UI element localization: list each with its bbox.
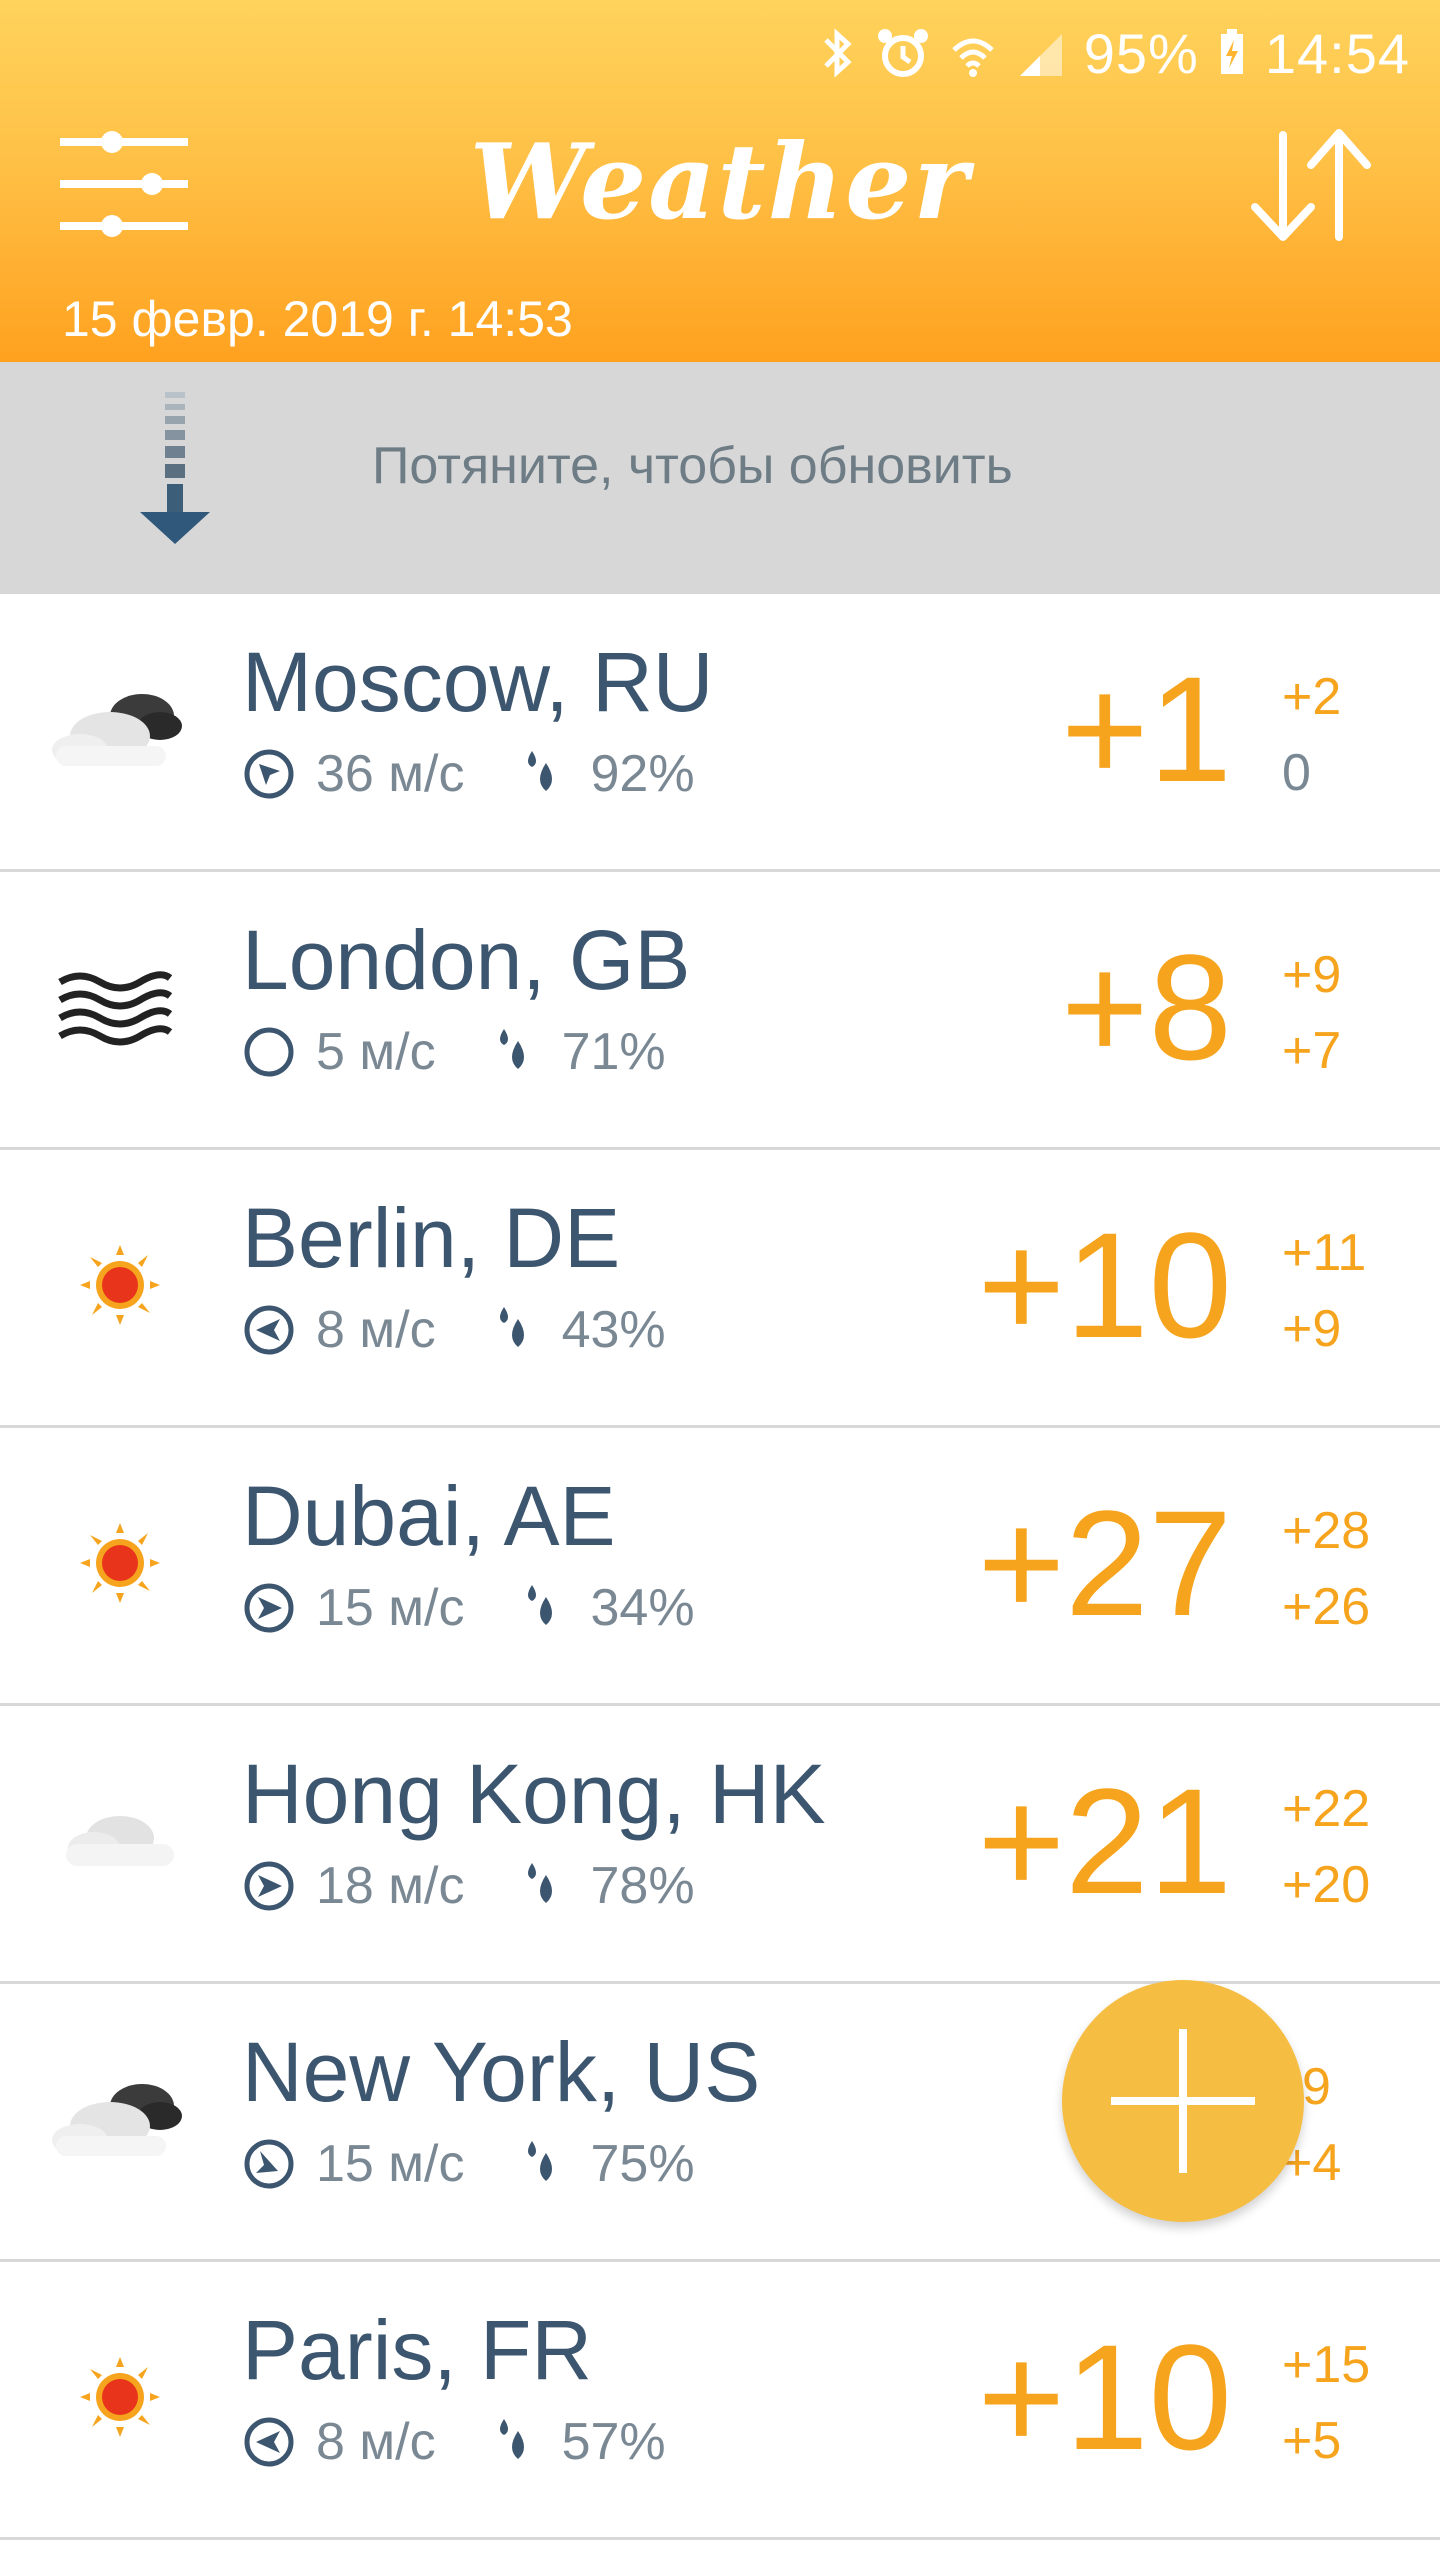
temp-range: +2 0 bbox=[1282, 659, 1341, 811]
humidity-icon bbox=[499, 1029, 524, 1069]
city-name: London, GB bbox=[242, 913, 691, 1007]
temp-min: +9 bbox=[1282, 1300, 1342, 1358]
current-temperature: +27 bbox=[977, 1479, 1232, 1647]
wind-direction-icon bbox=[244, 1583, 294, 1633]
humidity-value: 57% bbox=[561, 2413, 666, 2471]
humidity-icon bbox=[528, 1585, 553, 1625]
pull-down-arrow-icon bbox=[140, 392, 210, 544]
city-meta: 8 м/с 43% bbox=[242, 1300, 666, 1360]
pull-to-refresh-label: Потяните, чтобы обновить bbox=[372, 437, 1013, 495]
list-item[interactable]: Moscow, RU 36 м/с 92% +1 +2 0 bbox=[0, 594, 1440, 872]
temp-max: +15 bbox=[1282, 2336, 1371, 2394]
temp-max: +2 bbox=[1282, 668, 1342, 726]
sun-icon bbox=[80, 2357, 160, 2437]
app-header: 95% 14:54 Weather 15 февр. 2019 г. 14:53 bbox=[0, 0, 1440, 362]
city-meta: 15 м/с 34% bbox=[242, 1578, 695, 1638]
city-name: Moscow, RU bbox=[242, 635, 714, 729]
wind-speed: 5 м/с bbox=[316, 1023, 436, 1081]
bluetooth-icon bbox=[818, 26, 858, 80]
status-bar: 95% 14:54 bbox=[818, 18, 1410, 88]
alarm-icon bbox=[876, 26, 930, 80]
humidity-icon bbox=[528, 1863, 553, 1903]
list-item[interactable]: Dubai, AE 15 м/с 34% +27 +28 +26 bbox=[0, 1428, 1440, 1706]
city-meta: 15 м/с 75% bbox=[242, 2134, 695, 2194]
temp-range: +11 +9 bbox=[1282, 1215, 1366, 1367]
temp-max: 9 bbox=[1302, 2058, 1331, 2116]
sun-icon bbox=[80, 1523, 160, 1603]
partly-cloudy-icon bbox=[52, 2084, 182, 2156]
cloud-icon bbox=[66, 1816, 174, 1866]
city-name: Paris, FR bbox=[242, 2303, 593, 2397]
list-item[interactable]: London, GB 5 м/с 71% +8 +9 +7 bbox=[0, 872, 1440, 1150]
city-meta: 8 м/с 57% bbox=[242, 2412, 666, 2472]
wind-speed: 36 м/с bbox=[316, 745, 465, 803]
city-meta: 18 м/с 78% bbox=[242, 1856, 695, 1916]
temp-max: +22 bbox=[1282, 1780, 1371, 1838]
city-meta: 5 м/с 71% bbox=[242, 1022, 666, 1082]
temp-min: +20 bbox=[1282, 1856, 1371, 1914]
temp-range: +15 +5 bbox=[1282, 2327, 1370, 2479]
humidity-icon bbox=[528, 2141, 553, 2181]
wind-direction-icon bbox=[244, 1861, 294, 1911]
list-item[interactable]: Berlin, DE 8 м/с 43% +10 +11 +9 bbox=[0, 1150, 1440, 1428]
humidity-value: 71% bbox=[561, 1023, 666, 1081]
app-title: Weather bbox=[469, 120, 971, 243]
humidity-value: 43% bbox=[561, 1301, 666, 1359]
sort-arrows-icon bbox=[1251, 129, 1371, 241]
plus-icon bbox=[1111, 2029, 1255, 2173]
city-list: Moscow, RU 36 м/с 92% +1 +2 0 London, GB… bbox=[0, 594, 1440, 2540]
list-item[interactable]: Paris, FR 8 м/с 57% +10 +15 +5 bbox=[0, 2262, 1440, 2540]
humidity-icon bbox=[499, 1307, 524, 1347]
humidity-icon bbox=[499, 2419, 524, 2459]
city-name: Dubai, AE bbox=[242, 1469, 616, 1563]
status-time: 14:54 bbox=[1264, 21, 1410, 85]
city-name: Berlin, DE bbox=[242, 1191, 621, 1285]
humidity-value: 75% bbox=[590, 2135, 695, 2193]
sun-icon bbox=[80, 1245, 160, 1325]
battery-charging-icon bbox=[1217, 26, 1247, 80]
wind-speed: 8 м/с bbox=[316, 2413, 436, 2471]
humidity-icon bbox=[528, 751, 553, 791]
temp-range: +22 +20 bbox=[1282, 1771, 1370, 1923]
wind-direction-icon bbox=[244, 749, 294, 799]
temp-max: +11 bbox=[1282, 1224, 1367, 1282]
wind-direction-icon bbox=[244, 2417, 294, 2467]
temp-max: +28 bbox=[1282, 1502, 1371, 1560]
calm-wind-icon bbox=[244, 1027, 294, 1077]
wind-speed: 18 м/с bbox=[316, 1857, 465, 1915]
add-city-button[interactable] bbox=[1062, 1980, 1304, 2222]
sort-button[interactable] bbox=[1245, 125, 1375, 245]
city-meta: 36 м/с 92% bbox=[242, 744, 695, 804]
temp-range: +28 +26 bbox=[1282, 1493, 1370, 1645]
current-temperature: +1 bbox=[1060, 645, 1232, 813]
partly-cloudy-icon bbox=[52, 694, 182, 766]
city-name: New York, US bbox=[242, 2025, 761, 2119]
current-temperature: +8 bbox=[1060, 923, 1232, 1091]
signal-icon bbox=[1016, 26, 1066, 80]
humidity-value: 34% bbox=[590, 1579, 695, 1637]
wind-direction-icon bbox=[244, 1305, 294, 1355]
fog-icon bbox=[58, 971, 173, 1046]
current-temperature: +10 bbox=[977, 2313, 1232, 2481]
temp-min: +26 bbox=[1282, 1578, 1371, 1636]
temp-min: 0 bbox=[1282, 744, 1311, 802]
humidity-value: 92% bbox=[590, 745, 695, 803]
wind-direction-icon bbox=[244, 2139, 294, 2189]
wifi-icon bbox=[948, 26, 998, 80]
humidity-value: 78% bbox=[590, 1857, 695, 1915]
pull-to-refresh[interactable]: Потяните, чтобы обновить bbox=[0, 362, 1440, 594]
current-temperature: +10 bbox=[977, 1201, 1232, 1369]
wind-speed: 15 м/с bbox=[316, 1579, 465, 1637]
temp-max: +9 bbox=[1282, 946, 1342, 1004]
list-item[interactable]: Hong Kong, HK 18 м/с 78% +21 +22 +20 bbox=[0, 1706, 1440, 1984]
wind-speed: 8 м/с bbox=[316, 1301, 436, 1359]
temp-min: +5 bbox=[1282, 2412, 1342, 2470]
current-temperature: +21 bbox=[977, 1757, 1232, 1925]
temp-min: +7 bbox=[1282, 1022, 1342, 1080]
temp-range: +9 +7 bbox=[1282, 937, 1341, 1089]
wind-speed: 15 м/с bbox=[316, 2135, 465, 2193]
battery-percent: 95% bbox=[1083, 21, 1199, 85]
city-name: Hong Kong, HK bbox=[242, 1747, 826, 1841]
update-date: 15 февр. 2019 г. 14:53 bbox=[62, 291, 573, 347]
